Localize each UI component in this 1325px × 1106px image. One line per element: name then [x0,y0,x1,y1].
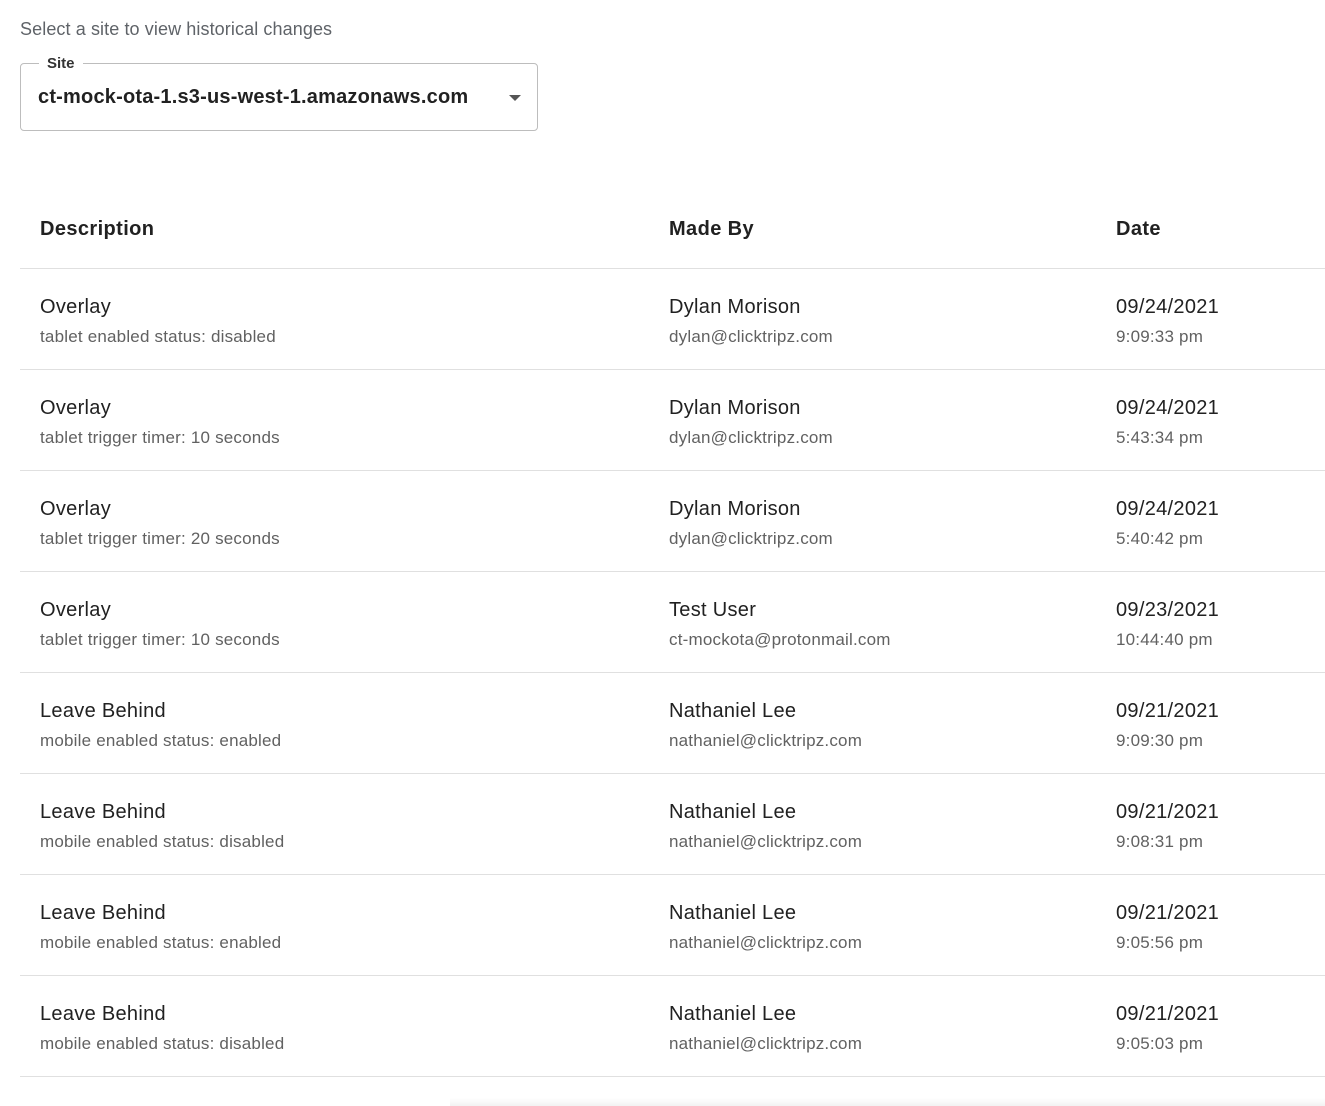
description-cell: Leave Behind mobile enabled status: enabl… [40,699,281,752]
change-time: 10:44:40 pm [1116,630,1213,649]
change-title: Overlay [40,498,112,520]
chevron-down-icon[interactable] [509,95,521,101]
change-detail: mobile enabled status: enabled [40,933,282,952]
user-name: Nathaniel Lee [669,1003,797,1025]
change-time: 5:43:34 pm [1116,428,1204,447]
description-cell: Overlay tablet trigger timer: 20 seconds [40,497,280,550]
made-by-cell: Dylan Morison dylan@clicktripz.com [669,295,833,348]
user-name: Nathaniel Lee [669,700,797,722]
description-cell: Overlay tablet enabled status: disabled [40,295,276,348]
change-detail: tablet trigger timer: 10 seconds [40,630,280,649]
user-name: Dylan Morison [669,498,801,520]
user-email: nathaniel@clicktripz.com [669,832,863,851]
column-header-date[interactable]: Date [1116,218,1161,241]
change-title: Overlay [40,599,112,621]
table-header: Description Made By Date [20,194,1325,269]
user-name: Dylan Morison [669,296,801,318]
change-date: 09/21/2021 [1116,1003,1220,1025]
made-by-cell: Nathaniel Lee nathaniel@clicktripz.com [669,1002,862,1055]
user-email: nathaniel@clicktripz.com [669,731,863,750]
description-cell: Overlay tablet trigger timer: 10 seconds [40,598,280,651]
user-email: dylan@clicktripz.com [669,327,833,346]
site-select-label: Site [39,54,83,74]
change-title: Leave Behind [40,801,166,823]
date-cell: 09/21/2021 9:08:31 pm [1116,800,1219,853]
user-name: Dylan Morison [669,397,801,419]
made-by-cell: Test User ct-mockota@protonmail.com [669,598,891,651]
made-by-cell: Nathaniel Lee nathaniel@clicktripz.com [669,699,862,752]
change-time: 9:05:56 pm [1116,933,1204,952]
change-date: 09/21/2021 [1116,801,1220,823]
table-row[interactable]: Leave Behind mobile enabled status: enabl… [20,673,1325,774]
change-detail: mobile enabled status: enabled [40,731,282,750]
bottom-shadow [450,1098,1325,1106]
change-date: 09/21/2021 [1116,902,1220,924]
date-cell: 09/21/2021 9:05:03 pm [1116,1002,1219,1055]
table-row[interactable]: Overlay tablet enabled status: disabled Dy… [20,269,1325,370]
made-by-cell: Dylan Morison dylan@clicktripz.com [669,497,833,550]
table-row[interactable]: Leave Behind mobile enabled status: enabl… [20,875,1325,976]
date-cell: 09/21/2021 9:05:56 pm [1116,901,1219,954]
history-table: Description Made By Date Overlay tablet e… [20,194,1325,1077]
history-page: Select a site to view historical changes… [0,0,1325,1106]
change-time: 9:09:30 pm [1116,731,1204,750]
change-date: 09/24/2021 [1116,498,1220,520]
user-name: Test User [669,599,757,621]
change-date: 09/23/2021 [1116,599,1220,621]
user-name: Nathaniel Lee [669,801,797,823]
column-header-description[interactable]: Description [40,218,154,241]
user-email: dylan@clicktripz.com [669,428,833,447]
table-row[interactable]: Leave Behind mobile enabled status: disab… [20,976,1325,1077]
site-select[interactable]: Site ct-mock-ota-1.s3-us-west-1.amazonaw… [20,54,538,131]
column-header-made-by[interactable]: Made By [669,218,754,241]
table-row[interactable]: Overlay tablet trigger timer: 10 seconds D… [20,370,1325,471]
made-by-cell: Nathaniel Lee nathaniel@clicktripz.com [669,901,862,954]
made-by-cell: Nathaniel Lee nathaniel@clicktripz.com [669,800,862,853]
user-name: Nathaniel Lee [669,902,797,924]
change-date: 09/24/2021 [1116,296,1220,318]
date-cell: 09/23/2021 10:44:40 pm [1116,598,1219,651]
change-time: 9:09:33 pm [1116,327,1204,346]
made-by-cell: Dylan Morison dylan@clicktripz.com [669,396,833,449]
table-row[interactable]: Leave Behind mobile enabled status: disab… [20,774,1325,875]
change-detail: tablet trigger timer: 10 seconds [40,428,280,447]
description-cell: Leave Behind mobile enabled status: disab… [40,1002,284,1055]
change-time: 5:40:42 pm [1116,529,1204,548]
change-detail: mobile enabled status: disabled [40,832,285,851]
change-title: Leave Behind [40,700,166,722]
date-cell: 09/24/2021 5:40:42 pm [1116,497,1219,550]
table-row[interactable]: Overlay tablet trigger timer: 20 seconds D… [20,471,1325,572]
date-cell: 09/24/2021 9:09:33 pm [1116,295,1219,348]
change-title: Leave Behind [40,902,166,924]
user-email: dylan@clicktripz.com [669,529,833,548]
change-detail: tablet trigger timer: 20 seconds [40,529,280,548]
user-email: nathaniel@clicktripz.com [669,1034,863,1053]
change-title: Overlay [40,296,112,318]
change-time: 9:08:31 pm [1116,832,1204,851]
change-detail: mobile enabled status: disabled [40,1034,285,1053]
date-cell: 09/24/2021 5:43:34 pm [1116,396,1219,449]
description-cell: Leave Behind mobile enabled status: disab… [40,800,284,853]
user-email: nathaniel@clicktripz.com [669,933,863,952]
change-date: 09/21/2021 [1116,700,1220,722]
date-cell: 09/21/2021 9:09:30 pm [1116,699,1219,752]
table-body: Overlay tablet enabled status: disabled Dy… [20,269,1325,1077]
intro-text: Select a site to view historical changes [20,19,333,39]
change-title: Overlay [40,397,112,419]
site-select-value: ct-mock-ota-1.s3-us-west-1.amazonaws.com [38,86,469,108]
change-time: 9:05:03 pm [1116,1034,1204,1053]
change-title: Leave Behind [40,1003,166,1025]
change-detail: tablet enabled status: disabled [40,327,276,346]
description-cell: Leave Behind mobile enabled status: enabl… [40,901,281,954]
change-date: 09/24/2021 [1116,397,1220,419]
table-row[interactable]: Overlay tablet trigger timer: 10 seconds T… [20,572,1325,673]
description-cell: Overlay tablet trigger timer: 10 seconds [40,396,280,449]
user-email: ct-mockota@protonmail.com [669,630,891,649]
